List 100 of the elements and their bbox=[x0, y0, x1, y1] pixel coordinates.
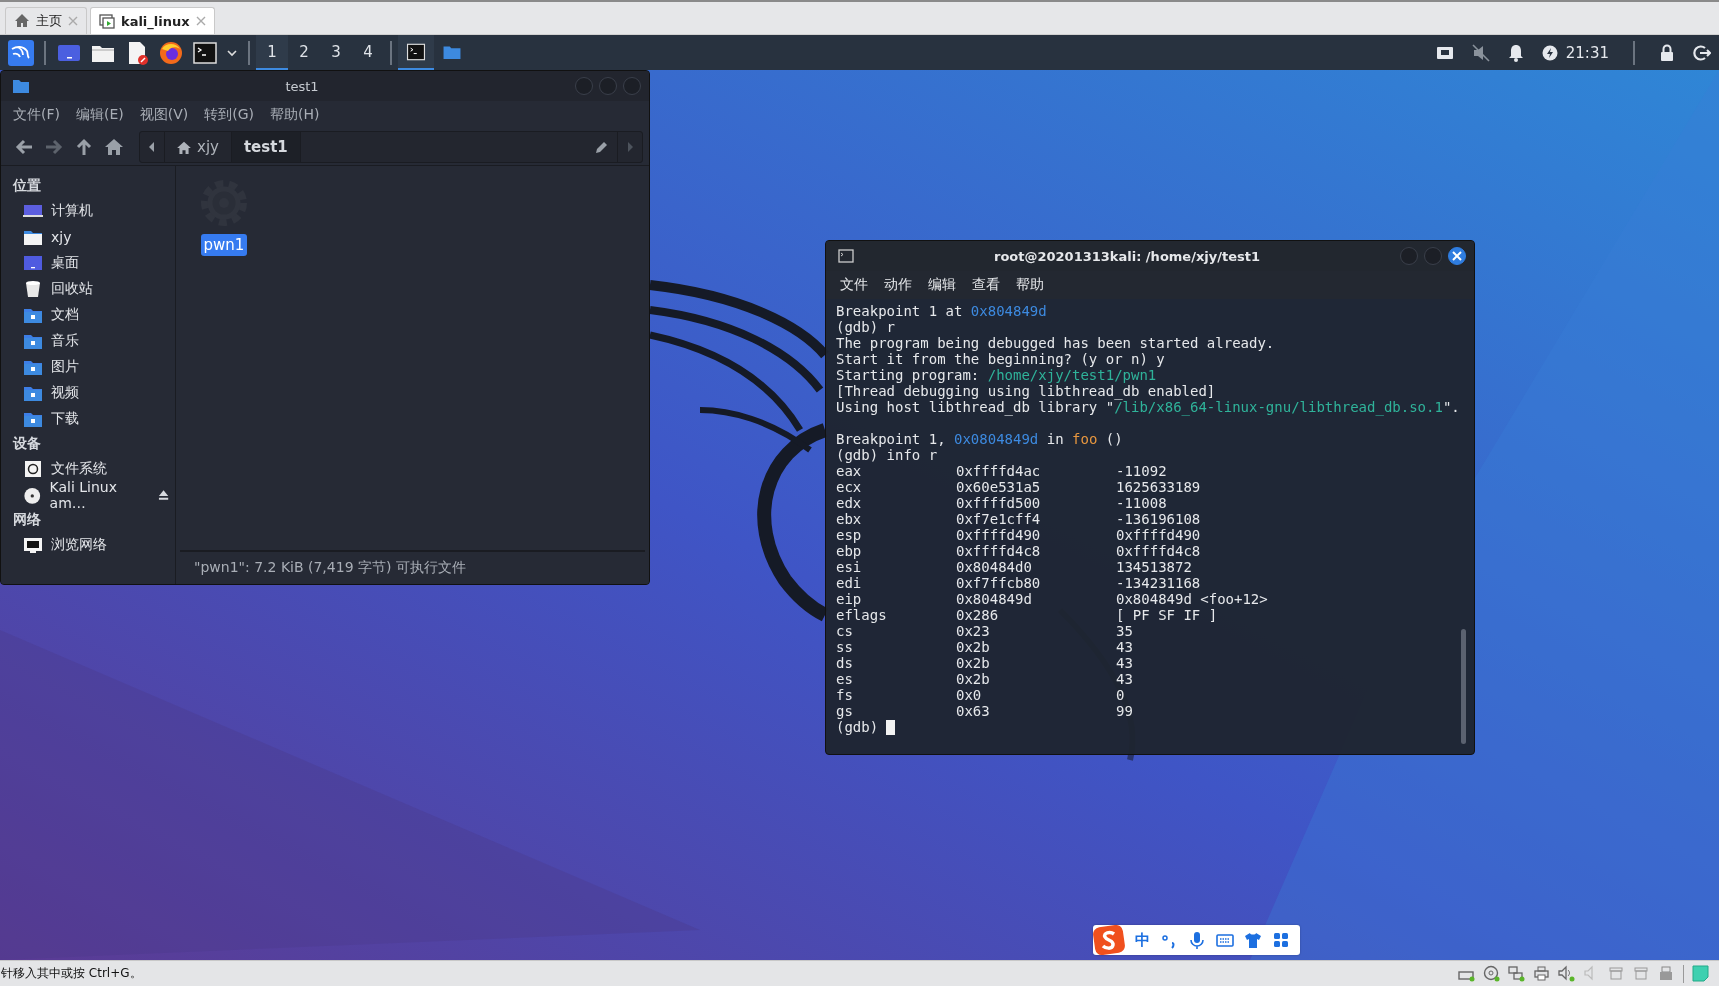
register-value: -11008 bbox=[1116, 495, 1168, 511]
menu-item[interactable]: 编辑 bbox=[928, 276, 956, 294]
menu-item[interactable]: 转到(G) bbox=[204, 106, 255, 124]
input-mode-button[interactable]: 中 bbox=[1135, 930, 1150, 950]
printer-icon[interactable] bbox=[1533, 965, 1550, 982]
left-arrow-icon[interactable] bbox=[148, 142, 156, 152]
register-name: ebp bbox=[836, 543, 863, 559]
computer-icon bbox=[23, 202, 43, 220]
tab[interactable]: 主页 bbox=[5, 7, 87, 34]
browser-launcher-icon[interactable] bbox=[158, 39, 184, 66]
network-adapter-icon[interactable] bbox=[1508, 965, 1525, 982]
grid-icon[interactable] bbox=[1272, 931, 1290, 949]
terminal-line: Start it from the beginning? (y or n) y bbox=[836, 351, 1166, 367]
register-value: 43 bbox=[1116, 655, 1134, 671]
tab-label: 主页 bbox=[36, 12, 62, 30]
shirt-icon[interactable] bbox=[1244, 931, 1262, 949]
register-hex: 0xf7e1cff4 bbox=[956, 511, 1042, 527]
workspace-button[interactable]: 2 bbox=[288, 35, 320, 70]
register-hex: 0x60e531a5 bbox=[956, 479, 1042, 495]
register-hex: 0x23 bbox=[956, 623, 991, 639]
menu-item[interactable]: 文件(F) bbox=[13, 106, 60, 124]
sidebar-item[interactable]: 文件系统 bbox=[51, 460, 107, 478]
folder-icon bbox=[23, 228, 43, 246]
sidebar-item[interactable]: 回收站 bbox=[51, 280, 93, 298]
sidebar-item[interactable]: 文档 bbox=[51, 306, 79, 324]
register-value: 0x804849d <foo+12> bbox=[1116, 591, 1269, 607]
terminal-icon bbox=[406, 41, 426, 62]
input-method-logo-icon[interactable] bbox=[1093, 925, 1125, 955]
microphone-icon[interactable] bbox=[1188, 931, 1206, 949]
register-hex: 0x80484d0 bbox=[956, 559, 1033, 575]
register-value: -134231168 bbox=[1116, 575, 1202, 591]
menu-item[interactable]: 帮助 bbox=[1016, 276, 1044, 294]
register-name: gs bbox=[836, 703, 854, 719]
prompt: (gdb) bbox=[836, 719, 879, 735]
menu-item[interactable]: 帮助(H) bbox=[270, 106, 320, 124]
menu-item[interactable]: 查看 bbox=[972, 276, 1000, 294]
sidebar-item[interactable]: 桌面 bbox=[51, 254, 79, 272]
register-hex: 0xffffd490 bbox=[956, 527, 1042, 543]
menu-item[interactable]: 视图(V) bbox=[139, 106, 189, 124]
menu-item[interactable]: 文件 bbox=[840, 276, 868, 294]
close-icon bbox=[1452, 251, 1462, 261]
terminal-icon bbox=[838, 249, 854, 263]
sidebar-item[interactable]: 视频 bbox=[51, 384, 79, 402]
sidebar-item[interactable]: 计算机 bbox=[51, 202, 93, 220]
terminal-launcher-icon[interactable] bbox=[192, 39, 218, 66]
back-arrow-icon[interactable] bbox=[15, 138, 33, 156]
muted-speaker-icon[interactable] bbox=[1471, 43, 1490, 62]
register-name: eax bbox=[836, 463, 863, 479]
power-icon[interactable] bbox=[1541, 44, 1558, 61]
up-arrow-icon[interactable] bbox=[75, 138, 93, 156]
register-hex: 0xffffd4c8 bbox=[956, 543, 1042, 559]
eject-icon[interactable] bbox=[157, 489, 169, 501]
breadcrumb-button[interactable]: xjy bbox=[165, 132, 232, 162]
tab[interactable]: kali_linux bbox=[90, 7, 215, 34]
register-name: edx bbox=[836, 495, 863, 511]
breadcrumb-button[interactable]: test1 bbox=[231, 132, 301, 162]
tab-label: kali_linux bbox=[121, 13, 190, 29]
sidebar-item[interactable]: 音乐 bbox=[51, 332, 79, 350]
menu-item[interactable]: 编辑(E) bbox=[76, 106, 124, 124]
sidebar-item[interactable]: Kali Linux am… bbox=[49, 479, 150, 511]
scrollbar[interactable] bbox=[1461, 629, 1466, 744]
home-icon bbox=[14, 13, 30, 29]
terminal-line: The program being debugged has been started already. bbox=[836, 335, 1276, 351]
register-name: eip bbox=[836, 591, 863, 607]
register-value: 0xffffd490 bbox=[1116, 527, 1202, 543]
home-icon bbox=[177, 140, 191, 154]
terminal-line: (gdb) info r bbox=[836, 447, 939, 463]
lock-icon[interactable] bbox=[1659, 43, 1675, 62]
register-name: ebx bbox=[836, 511, 863, 527]
register-value: 0 bbox=[1116, 687, 1126, 703]
sidebar-item[interactable]: 下载 bbox=[51, 410, 79, 428]
menu-item[interactable]: 动作 bbox=[884, 276, 912, 294]
forward-arrow-icon[interactable] bbox=[45, 138, 63, 156]
logout-icon[interactable] bbox=[1693, 43, 1711, 62]
folder-icon bbox=[13, 79, 29, 93]
clock[interactable]: 21:31 bbox=[1565, 43, 1609, 62]
register-name: esp bbox=[836, 527, 863, 543]
folder-icon bbox=[23, 332, 43, 350]
speaker-icon[interactable] bbox=[1558, 965, 1575, 982]
sidebar-item[interactable]: 浏览网络 bbox=[51, 536, 107, 554]
register-hex: 0x286 bbox=[956, 607, 1000, 623]
sidebar-item[interactable]: xjy bbox=[51, 229, 72, 245]
file-name[interactable]: pwn1 bbox=[200, 234, 248, 256]
register-name: ecx bbox=[836, 479, 863, 495]
keyboard-icon[interactable] bbox=[1216, 931, 1234, 949]
window-close-button[interactable] bbox=[1448, 247, 1466, 265]
register-hex: 0x0 bbox=[956, 687, 983, 703]
pencil-icon[interactable] bbox=[595, 140, 609, 154]
workspace-button[interactable]: 4 bbox=[352, 35, 384, 70]
workspace-button[interactable]: 3 bbox=[320, 35, 352, 70]
sidebar-item[interactable]: 图片 bbox=[51, 358, 79, 376]
bell-icon[interactable] bbox=[1507, 43, 1524, 62]
cd-icon[interactable] bbox=[1483, 965, 1500, 982]
register-name: es bbox=[836, 671, 854, 687]
home-icon[interactable] bbox=[105, 138, 123, 156]
section-heading: 网络 bbox=[13, 510, 42, 529]
task-button[interactable] bbox=[398, 35, 434, 70]
register-value: 134513872 bbox=[1116, 559, 1193, 575]
workspace-button[interactable]: 1 bbox=[256, 35, 288, 70]
desktop-icon bbox=[23, 254, 43, 272]
